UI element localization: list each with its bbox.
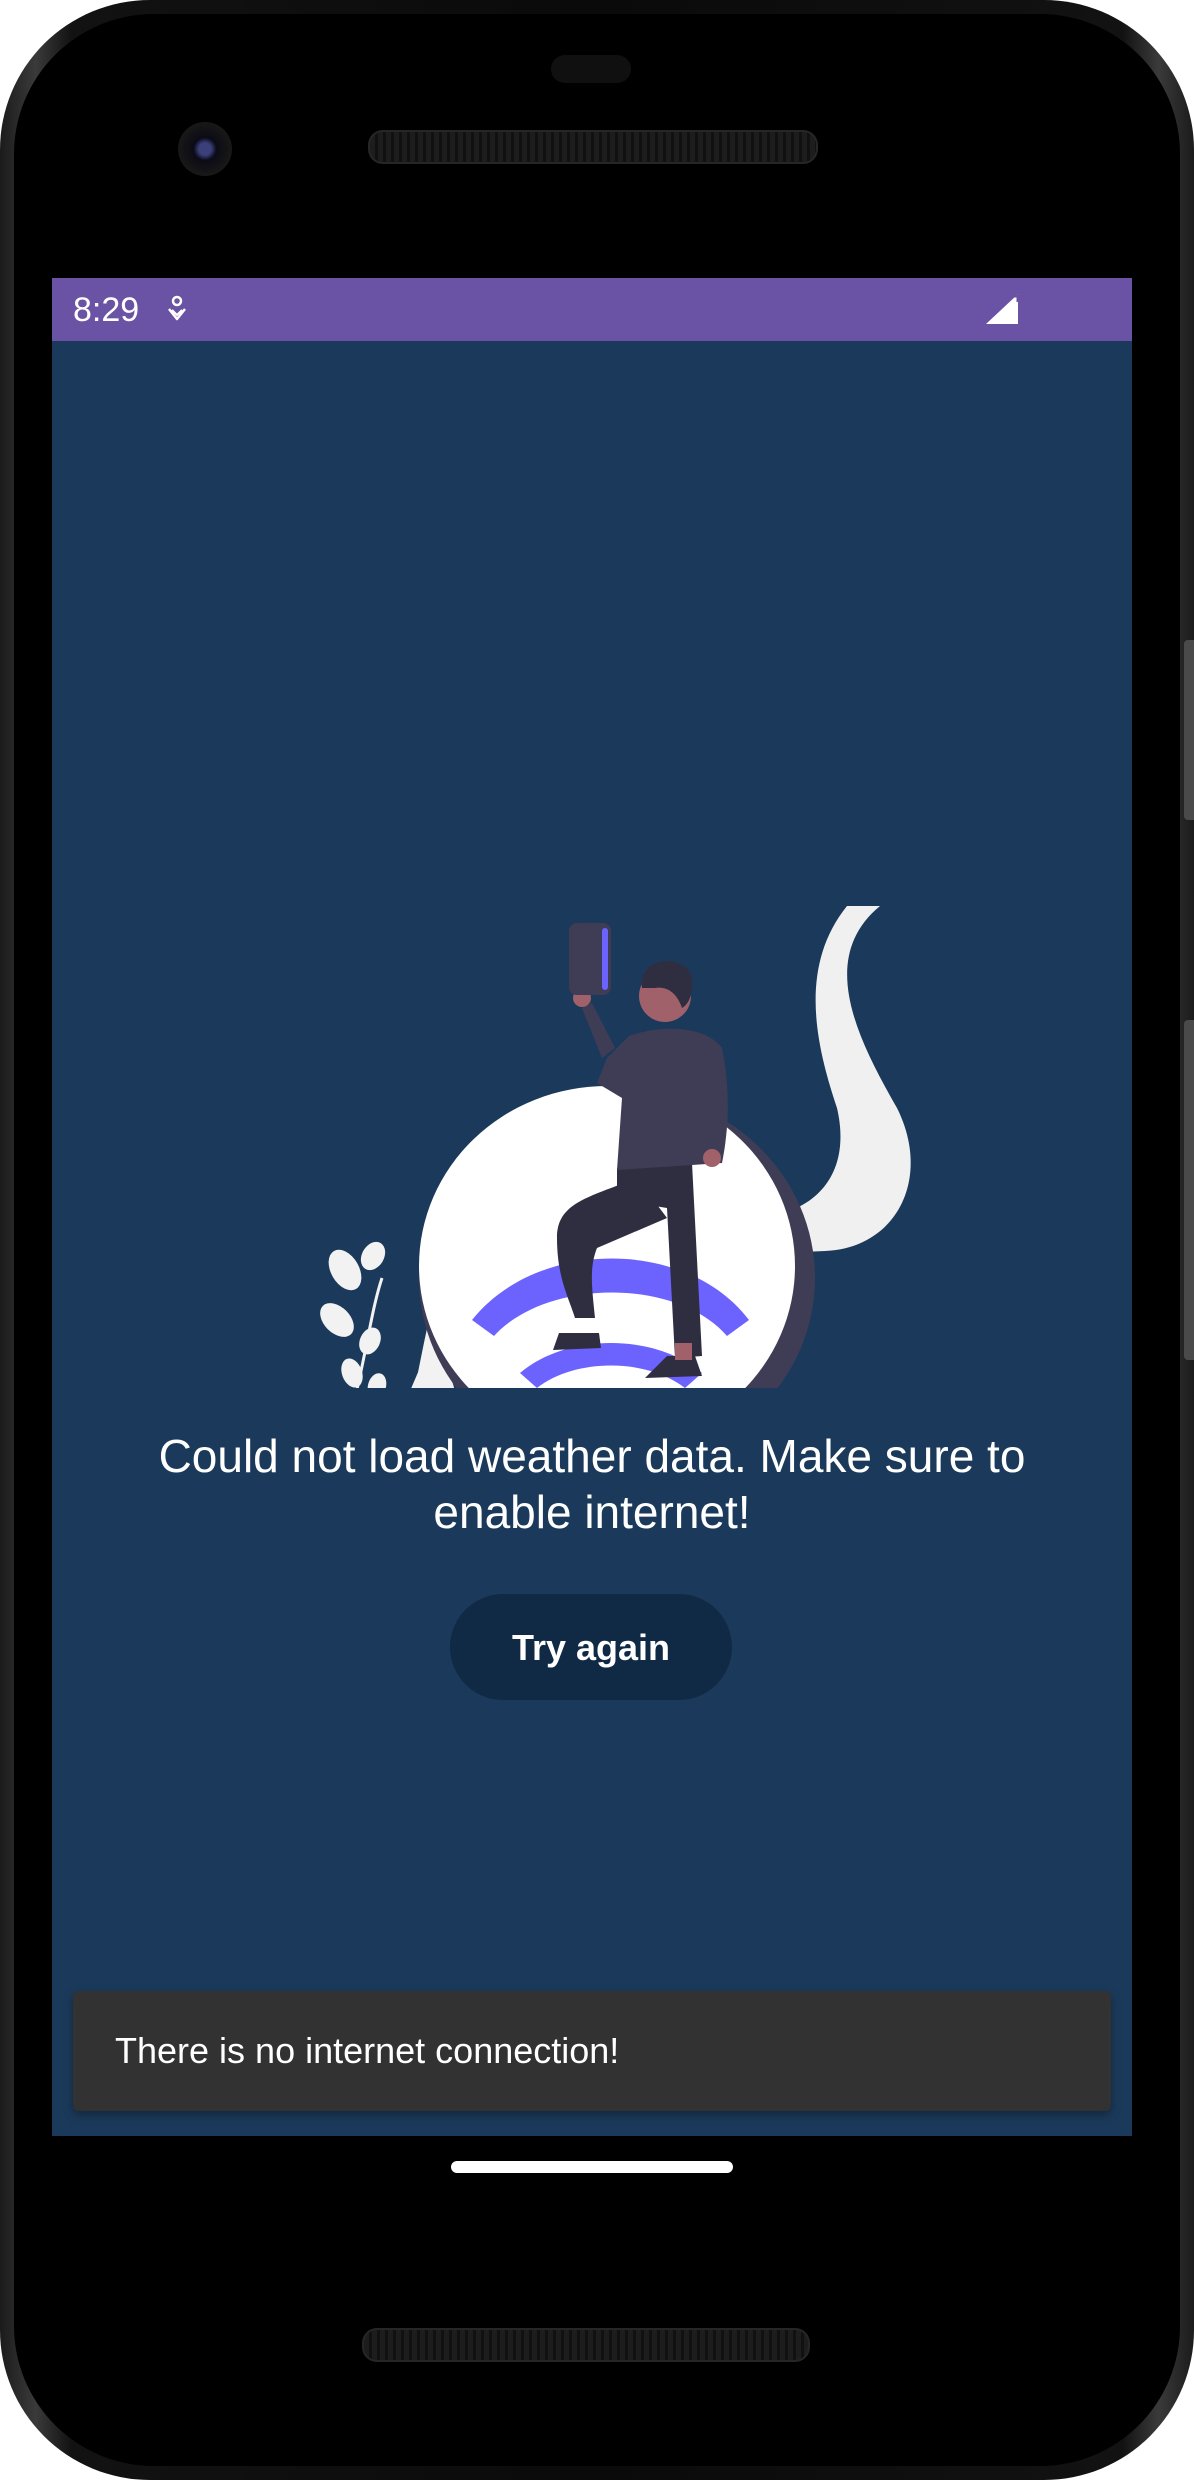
assistant-person-icon — [167, 295, 187, 328]
volume-button — [1184, 1020, 1194, 1360]
no-internet-illustration — [197, 808, 1035, 1466]
status-time: 8:29 — [73, 291, 140, 329]
front-camera — [178, 122, 232, 176]
app-screen: 8:29 Could not load weather data. Make s… — [52, 278, 1132, 2136]
home-indicator[interactable] — [451, 2161, 733, 2173]
status-bar: 8:29 — [52, 278, 1132, 341]
earpiece-sensor — [551, 55, 631, 83]
power-button — [1184, 640, 1194, 820]
try-again-button[interactable]: Try again — [450, 1594, 732, 1700]
snackbar-message: There is no internet connection! — [115, 2030, 620, 2071]
error-message: Could not load weather data. Make sure t… — [158, 1430, 1026, 1538]
cell-signal-icon — [984, 292, 1020, 331]
device-frame: 8:29 Could not load weather data. Make s… — [0, 0, 1194, 2480]
snackbar: There is no internet connection! — [73, 1991, 1111, 2111]
bottom-speaker-grille — [362, 2328, 810, 2362]
top-speaker-grille — [368, 130, 818, 164]
